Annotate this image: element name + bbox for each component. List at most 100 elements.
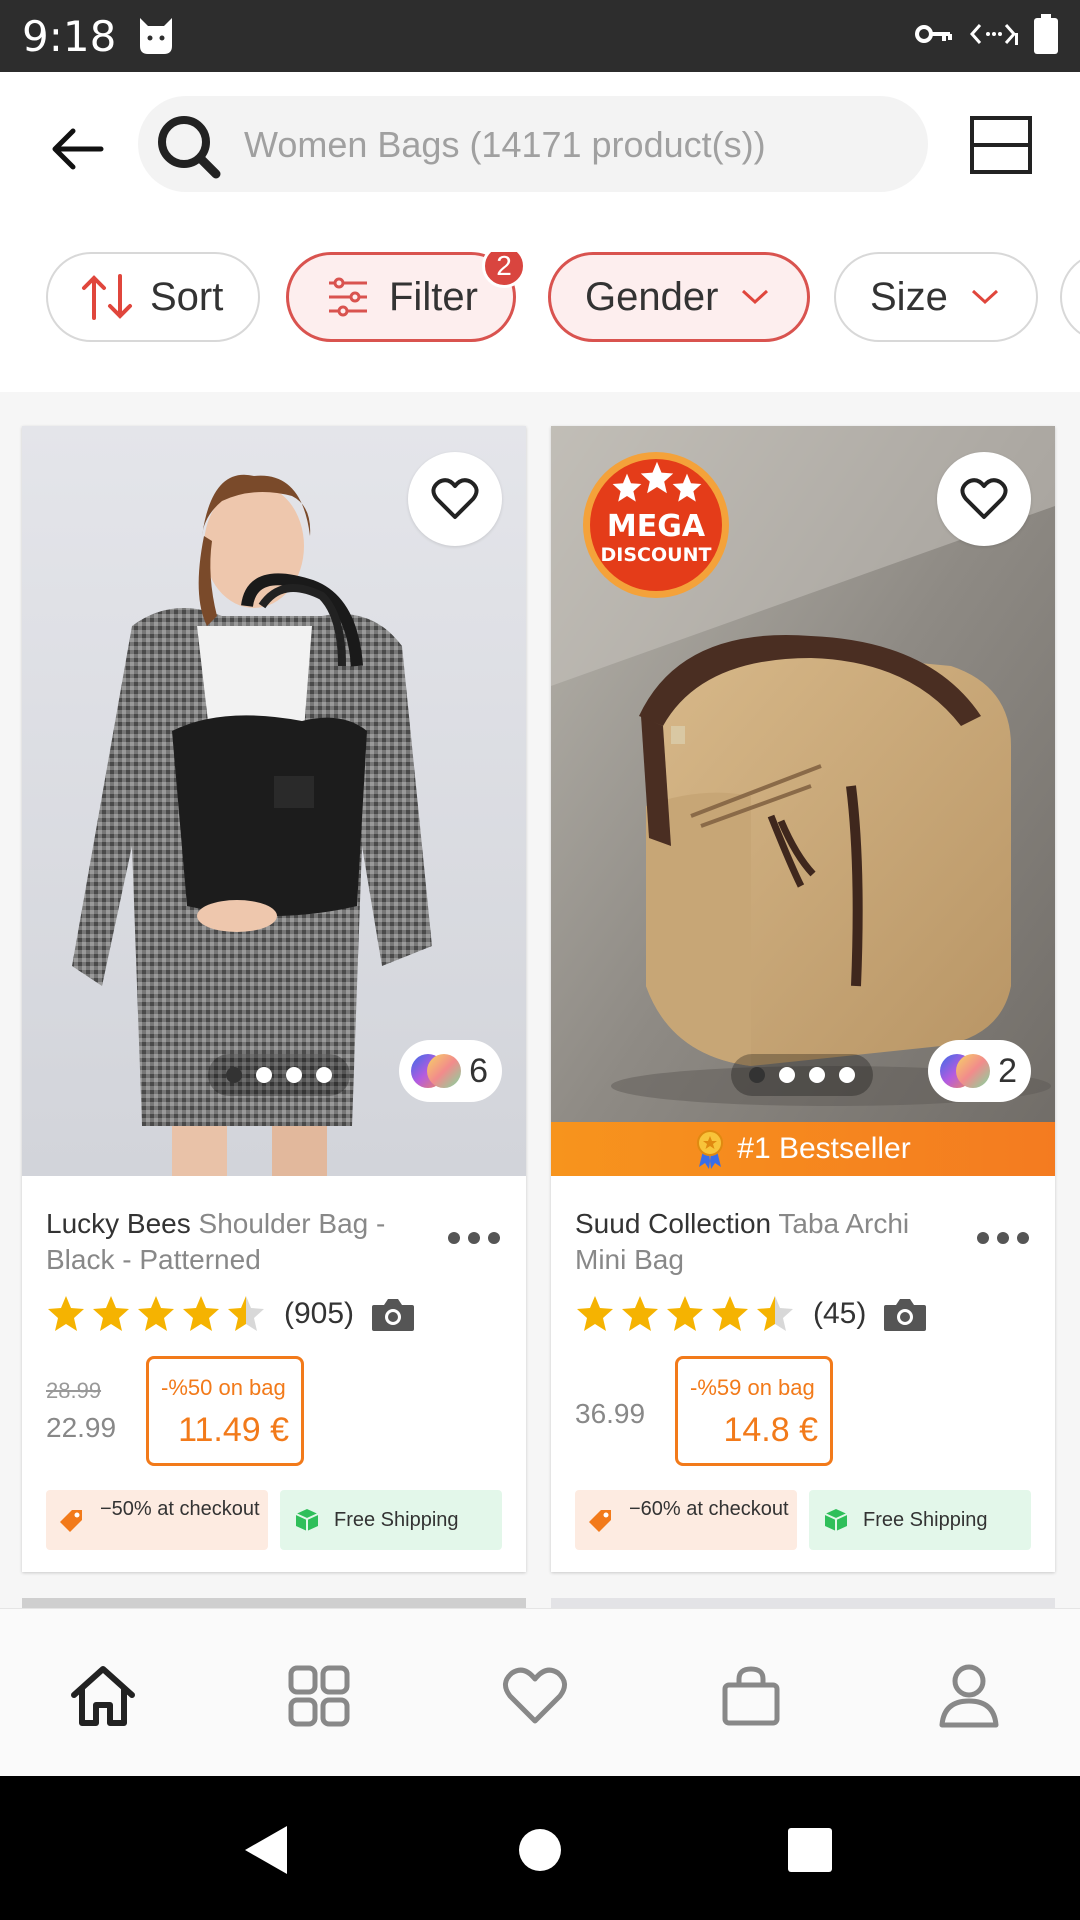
color-variants-pill[interactable]: 6 <box>399 1040 502 1102</box>
size-label: Size <box>870 274 948 319</box>
search-placeholder: Women Bags (14171 product(s)) <box>244 124 766 165</box>
gender-label: Gender <box>585 274 719 319</box>
carousel-dot <box>316 1067 332 1083</box>
sliders-icon <box>329 277 367 317</box>
carousel-dot <box>779 1067 795 1083</box>
product-title[interactable]: Lucky Bees Shoulder Bag - Black - Patter… <box>46 1206 426 1278</box>
checkout-discount-tag: −50% at checkout <box>46 1490 268 1550</box>
cart-icon <box>722 1666 780 1726</box>
package-icon <box>824 1509 848 1531</box>
more-options-button[interactable] <box>448 1232 500 1244</box>
layout-toggle-button[interactable] <box>968 112 1034 178</box>
discount-price: 11.49 € <box>178 1411 289 1449</box>
package-icon <box>295 1509 319 1531</box>
back-button[interactable] <box>44 116 110 182</box>
color-swatch-icon <box>940 1054 991 1088</box>
mega-badge-line1: MEGA <box>607 509 706 544</box>
nav-favorites[interactable] <box>500 1661 570 1731</box>
checkout-tag-text: −60% at checkout <box>629 1498 789 1520</box>
image-carousel-dots[interactable] <box>731 1054 873 1096</box>
bag-discount-box: -%50 on bag 11.49 € <box>146 1356 304 1466</box>
header: Women Bags (14171 product(s)) Sort Filte… <box>0 72 1080 392</box>
chevron-down-icon <box>971 289 998 305</box>
system-recents-button[interactable] <box>780 1820 840 1880</box>
data-saver-icon <box>969 19 1018 54</box>
checkout-tag-text: −50% at checkout <box>100 1498 260 1520</box>
favorite-button[interactable] <box>937 452 1031 546</box>
color-variants-pill[interactable]: 2 <box>928 1040 1031 1102</box>
bottom-navigation <box>0 1608 1080 1776</box>
square-recents-icon <box>788 1828 832 1872</box>
vpn-key-icon <box>914 19 954 54</box>
chevron-down-icon <box>742 289 769 305</box>
bag-discount-box: -%59 on bag 14.8 € <box>675 1356 833 1466</box>
more-options-button[interactable] <box>977 1232 1029 1244</box>
nav-home[interactable] <box>68 1661 138 1731</box>
rating-row: (905) <box>46 1292 416 1336</box>
favorite-button[interactable] <box>408 452 502 546</box>
more-filter-chip[interactable] <box>1060 252 1080 342</box>
product-card[interactable]: MEGA DISCOUNT 2 #1 Bestseller Suud Colle… <box>551 426 1055 1572</box>
product-card[interactable]: 6 Lucky Bees Shoulder Bag - Black - Patt… <box>22 426 526 1572</box>
triangle-back-icon <box>245 1826 287 1874</box>
carousel-dot <box>226 1067 242 1083</box>
free-shipping-tag: Free Shipping <box>280 1490 502 1550</box>
camera-icon <box>372 1299 415 1331</box>
bestseller-banner: #1 Bestseller <box>551 1122 1055 1176</box>
heart-icon <box>431 478 479 519</box>
status-time: 9:18 <box>22 12 117 61</box>
sort-chip[interactable]: Sort <box>46 252 260 342</box>
gender-chip[interactable]: Gender <box>548 252 810 342</box>
shipping-tag-text: Free Shipping <box>863 1508 988 1531</box>
system-navigation-bar <box>0 1776 1080 1920</box>
home-icon <box>71 1666 135 1726</box>
cat-icon <box>136 14 176 61</box>
nav-categories[interactable] <box>284 1661 354 1731</box>
system-back-button[interactable] <box>236 1820 296 1880</box>
nav-account[interactable] <box>934 1661 1004 1731</box>
free-shipping-tag: Free Shipping <box>809 1490 1031 1550</box>
back-arrow-icon <box>52 128 104 170</box>
circle-home-icon <box>519 1829 561 1871</box>
status-bar: 9:18 <box>0 0 1080 72</box>
layout-toggle-icon <box>970 116 1032 174</box>
carousel-dot <box>809 1067 825 1083</box>
price-tag-icon <box>589 1510 611 1532</box>
rating-row: (45) <box>575 1292 928 1336</box>
color-count: 2 <box>998 1051 1017 1090</box>
carousel-dot <box>749 1067 765 1083</box>
carousel-dot <box>839 1067 855 1083</box>
favorites-icon <box>503 1667 567 1724</box>
search-input[interactable]: Women Bags (14171 product(s)) <box>138 96 928 192</box>
current-price: 22.99 <box>46 1412 117 1443</box>
review-count: (45) <box>813 1297 867 1330</box>
filter-chips: Sort Filter 2 Gender Size <box>46 252 1080 342</box>
carousel-dot <box>256 1067 272 1083</box>
system-home-button[interactable] <box>510 1820 570 1880</box>
product-brand: Suud Collection <box>575 1208 772 1239</box>
product-title[interactable]: Suud Collection Taba Archi Mini Bag <box>575 1206 955 1278</box>
mega-discount-badge: MEGA DISCOUNT <box>581 450 731 600</box>
price-tag-icon <box>60 1510 82 1532</box>
categories-icon <box>288 1665 350 1727</box>
discount-label: -%50 on bag <box>161 1375 286 1400</box>
size-chip[interactable]: Size <box>834 252 1038 342</box>
heart-icon <box>960 478 1008 519</box>
mega-badge-line2: DISCOUNT <box>601 544 712 566</box>
filter-count-badge: 2 <box>482 252 526 288</box>
color-swatch-icon <box>411 1054 462 1088</box>
filter-label: Filter <box>389 274 478 319</box>
sort-label: Sort <box>150 274 224 319</box>
review-count: (905) <box>284 1297 355 1330</box>
bestseller-text: #1 Bestseller <box>737 1132 911 1165</box>
nav-cart[interactable] <box>716 1661 786 1731</box>
camera-icon <box>884 1299 927 1331</box>
sort-icon <box>82 274 132 320</box>
star-rating-icon <box>577 1296 793 1331</box>
image-carousel-dots[interactable] <box>208 1054 350 1096</box>
current-price: 36.99 <box>575 1398 646 1429</box>
carousel-dot <box>286 1067 302 1083</box>
award-medal-icon <box>697 1130 724 1169</box>
checkout-discount-tag: −60% at checkout <box>575 1490 797 1550</box>
product-brand: Lucky Bees <box>46 1208 191 1239</box>
